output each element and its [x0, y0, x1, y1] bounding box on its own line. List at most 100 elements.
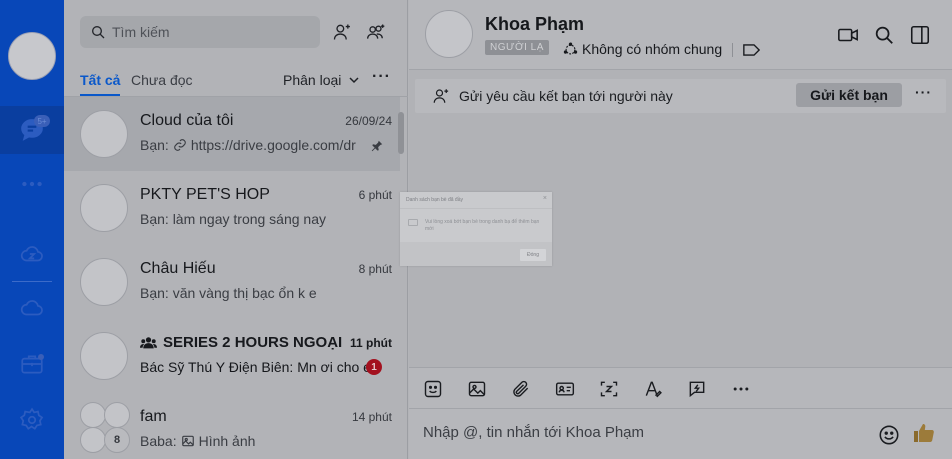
conversation-time: 6 phút: [358, 188, 392, 202]
emoji-icon[interactable]: [878, 424, 900, 446]
dialog-close-button[interactable]: Đóng: [520, 249, 546, 261]
conversation-avatar: [80, 258, 128, 306]
classify-dropdown[interactable]: Phân loại: [283, 72, 360, 88]
conversation-name: Châu Hiếu: [140, 260, 216, 277]
unread-badge: 5+: [34, 115, 50, 127]
more-dots-icon: [733, 387, 749, 391]
cloud-z-icon: [20, 246, 43, 262]
nav-settings[interactable]: [0, 396, 64, 444]
create-group-button[interactable]: [364, 20, 388, 44]
tab-unread[interactable]: Chưa đọc: [131, 72, 193, 88]
tag-icon[interactable]: [743, 43, 760, 57]
conversation-preview: Bạn: văn vàng thị bạc ổn k e: [140, 285, 317, 301]
chat-header: Khoa Phạm NGƯỜI LẠ Không có nhóm chung: [409, 0, 952, 70]
thumbs-up-icon[interactable]: [912, 421, 936, 445]
attach-file-button[interactable]: [510, 378, 532, 400]
dialog-message: Vui lòng xoá bớt bạn bè trong danh bạ để…: [425, 219, 540, 232]
conversation-panel: Tất cả Chưa đọc Phân loại ··· Cloud của …: [64, 0, 408, 459]
sticker-button[interactable]: [422, 378, 444, 400]
link-icon: [174, 139, 186, 151]
composer-toolbar: [409, 367, 952, 409]
preview-sender: Bạn:: [140, 137, 169, 153]
nav-toolbox[interactable]: [0, 340, 64, 388]
conversation-preview: Baba: Hình ảnh: [140, 433, 372, 449]
pin-icon: [371, 140, 383, 152]
sticker-icon: [424, 380, 442, 398]
image-icon: [181, 435, 194, 447]
contact-name[interactable]: Khoa Phạm: [485, 14, 584, 35]
screenshot-icon: [600, 381, 618, 397]
friend-list-full-dialog: Danh sách bạn bè đã đầy × Vui lòng xoá b…: [400, 192, 552, 266]
contact-avatar[interactable]: [425, 10, 473, 58]
conversation-item[interactable]: Châu Hiếu 8 phút Bạn: văn vàng thị bạc ổ…: [64, 245, 400, 319]
search-icon[interactable]: [873, 24, 895, 46]
conversation-preview: Bác Sỹ Thú Y Điện Biên: Mn ơi cho e: [140, 359, 371, 375]
side-panel-icon[interactable]: [909, 24, 931, 46]
tab-all[interactable]: Tất cả: [80, 72, 120, 88]
conversation-time: 11 phút: [349, 336, 392, 350]
message-composer: [409, 409, 952, 459]
preview-text: Hình ảnh: [198, 433, 256, 449]
conversation-item[interactable]: PKTY PET'S HOP 6 phút Bạn: làm ngay tron…: [64, 171, 400, 245]
text-format-button[interactable]: [642, 378, 664, 400]
member-avatar: [80, 427, 106, 453]
search-input[interactable]: [112, 24, 312, 40]
paperclip-icon: [513, 380, 529, 397]
conversation-name: PKTY PET'S HOP: [140, 186, 270, 203]
conversation-avatar: [80, 332, 128, 380]
contact-card-button[interactable]: [554, 378, 576, 400]
close-icon[interactable]: ×: [543, 195, 547, 202]
friend-request-text: Gửi yêu cầu kết bạn tới người này: [459, 88, 673, 104]
more-dots-icon: [22, 181, 42, 187]
conversation-avatar: [80, 184, 128, 232]
nav-zcloud[interactable]: [0, 230, 64, 278]
nav-messages[interactable]: 5+: [0, 106, 64, 154]
toolbox-dot: [38, 354, 44, 360]
conversation-item[interactable]: Cloud của tôi 26/09/24 Bạn: https://driv…: [64, 97, 400, 171]
add-user-icon: [433, 89, 449, 103]
list-scrollbar[interactable]: [398, 112, 404, 154]
common-group-label: Không có nhóm chung: [582, 41, 723, 57]
preview-sender: Baba:: [140, 433, 177, 449]
rail-divider: [12, 281, 52, 282]
member-avatar: [104, 402, 130, 428]
conversation-item[interactable]: 8 fam 14 phút Baba: Hình ảnh: [64, 393, 400, 459]
dialog-footer: Đóng: [400, 242, 552, 266]
video-call-icon[interactable]: [837, 24, 859, 46]
user-avatar[interactable]: [8, 32, 56, 80]
quick-message-button[interactable]: [686, 378, 708, 400]
message-input[interactable]: [423, 424, 843, 441]
preview-text: https://drive.google.com/dr: [190, 137, 356, 153]
lightning-message-icon: [689, 381, 705, 398]
group-icon: [140, 337, 157, 349]
tab-more-button[interactable]: ···: [372, 68, 391, 86]
send-friend-request-button[interactable]: Gửi kết bạn: [796, 83, 902, 107]
friend-bar-more-button[interactable]: ···: [915, 84, 932, 100]
cloud-icon: [20, 300, 43, 316]
nav-more[interactable]: [0, 160, 64, 208]
add-group-icon: [367, 24, 385, 39]
filter-tabs: Tất cả Chưa đọc Phân loại ···: [80, 68, 396, 96]
conversation-time: 8 phút: [358, 262, 392, 276]
unread-count-badge: 1: [366, 359, 382, 375]
add-friend-button[interactable]: [330, 20, 354, 44]
screenshot-button[interactable]: [598, 378, 620, 400]
search-icon: [92, 26, 105, 39]
friend-request-bar: Gửi yêu cầu kết bạn tới người này Gửi kế…: [415, 79, 946, 113]
more-tools-button[interactable]: [730, 378, 752, 400]
nav-cloud[interactable]: [0, 284, 64, 332]
contacts-icon: [408, 219, 418, 226]
image-button[interactable]: [466, 378, 488, 400]
search-box[interactable]: [80, 16, 320, 48]
member-count: 8: [104, 427, 130, 453]
conversation-item[interactable]: SERIES 2 HOURS NGOẠI 11 phút Bác Sỹ Thú …: [64, 319, 400, 393]
dialog-divider: [400, 208, 552, 209]
group-circle-icon: [563, 42, 578, 54]
common-group-info[interactable]: Không có nhóm chung: [563, 41, 722, 57]
conversation-preview: Bạn: làm ngay trong sáng nay: [140, 211, 327, 227]
header-divider: [732, 43, 733, 57]
conversation-name-row: SERIES 2 HOURS NGOẠI: [140, 334, 342, 351]
conversation-name: fam: [140, 408, 167, 425]
text-format-icon: [645, 381, 662, 398]
conversation-avatar: [80, 110, 128, 158]
